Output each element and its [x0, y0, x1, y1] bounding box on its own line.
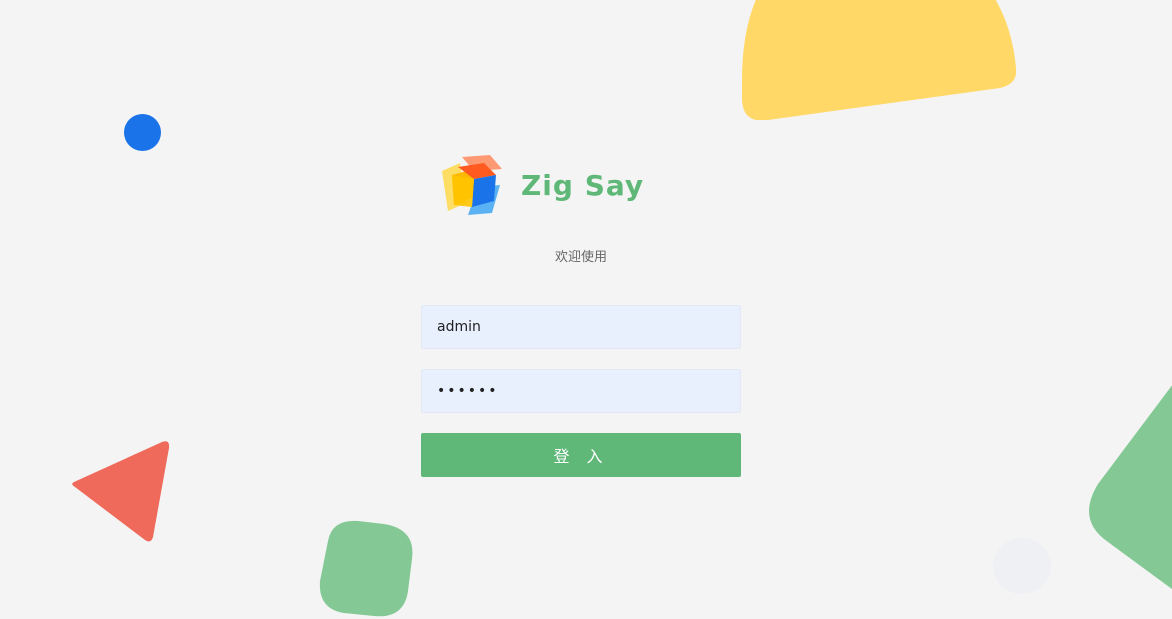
username-input[interactable]	[421, 305, 741, 349]
password-input[interactable]	[421, 369, 741, 413]
green-corner-decoration	[1089, 385, 1172, 590]
green-blob-decoration	[319, 520, 413, 617]
brand-header: Zig Say	[440, 153, 644, 217]
login-page: Zig Say 欢迎使用 登 入	[0, 0, 1172, 619]
red-triangle-decoration	[72, 441, 170, 542]
welcome-subtitle: 欢迎使用	[554, 250, 607, 265]
blue-circle-decoration	[124, 114, 161, 151]
cube-logo-icon	[442, 155, 502, 215]
login-button[interactable]: 登 入	[421, 433, 741, 477]
gray-circle-decoration	[993, 538, 1051, 594]
brand-name: Zig Say	[521, 168, 645, 202]
yellow-semicircle-decoration	[742, 0, 1016, 120]
